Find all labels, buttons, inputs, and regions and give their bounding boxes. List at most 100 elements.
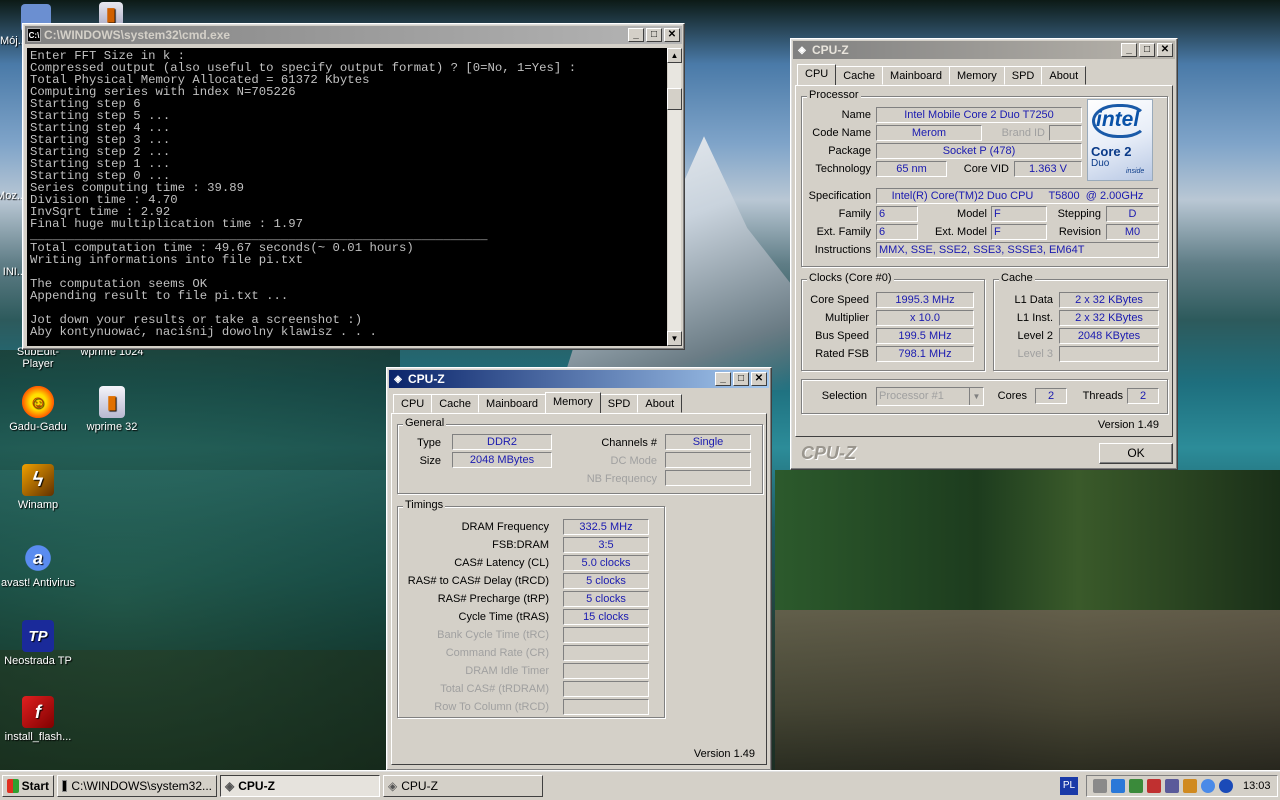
console-output[interactable]: Enter FFT Size in k : Compressed output (… bbox=[27, 48, 667, 346]
console-line: Appending result to file pi.txt ... bbox=[30, 289, 289, 303]
field-label: L1 Data bbox=[1014, 294, 1053, 306]
close-button[interactable]: ✕ bbox=[664, 28, 680, 42]
flash-icon: f bbox=[22, 696, 54, 728]
timing-label: DRAM Frequency bbox=[461, 521, 549, 533]
group-title: Clocks (Core #0) bbox=[807, 272, 894, 284]
cpuz-diamond-icon: ◈ bbox=[388, 779, 398, 793]
specification-value: Intel(R) Core(TM)2 Duo CPU T5800 @ 2.00G… bbox=[876, 188, 1159, 204]
corevid-value: 1.363 V bbox=[1014, 161, 1082, 177]
corespeed-value: 1995.3 MHz bbox=[876, 292, 974, 308]
taskbar-item-cpuz-active[interactable]: ◈ CPU-Z bbox=[220, 775, 380, 797]
ok-button[interactable]: OK bbox=[1099, 443, 1173, 464]
desktop-icon-install-flash[interactable]: f install_flash... bbox=[0, 696, 78, 743]
cpu-name-value: Intel Mobile Core 2 Duo T7250 bbox=[876, 107, 1082, 123]
minimize-button[interactable]: _ bbox=[628, 28, 644, 42]
field-label: DC Mode bbox=[610, 455, 657, 467]
console-line: Aby kontynuować, naciśnij dowolny klawis… bbox=[30, 325, 377, 339]
logo-line1: Core 2 bbox=[1091, 144, 1132, 159]
processor-select[interactable]: Processor #1 ▼ bbox=[876, 387, 984, 406]
dcmode-value bbox=[665, 452, 751, 468]
cores-value: 2 bbox=[1035, 388, 1067, 404]
level3-value bbox=[1059, 346, 1159, 362]
extfamily-value: 6 bbox=[876, 224, 918, 240]
field-label: Technology bbox=[815, 163, 871, 175]
timing-value bbox=[563, 627, 649, 643]
avast-icon: a bbox=[22, 542, 54, 574]
field-label: Code Name bbox=[812, 127, 871, 139]
close-button[interactable]: ✕ bbox=[1157, 43, 1173, 57]
desktop-icon-neostrada[interactable]: TP Neostrada TP bbox=[0, 620, 78, 667]
wallpaper-shore bbox=[775, 610, 1280, 770]
timing-value: 15 clocks bbox=[563, 609, 649, 625]
tab-memory[interactable]: Memory bbox=[545, 392, 601, 413]
security-icon[interactable] bbox=[1147, 779, 1161, 793]
tab-cache[interactable]: Cache bbox=[835, 66, 884, 85]
tab-about[interactable]: About bbox=[637, 394, 683, 413]
tab-memory[interactable]: Memory bbox=[949, 66, 1005, 85]
group-title: Timings bbox=[403, 499, 446, 511]
language-indicator[interactable]: PL bbox=[1060, 777, 1078, 795]
scrollbar-thumb[interactable] bbox=[667, 88, 682, 110]
keyboard-icon[interactable] bbox=[1093, 779, 1107, 793]
hardware-icon[interactable] bbox=[1165, 779, 1179, 793]
console-scrollbar[interactable]: ▲ ▼ bbox=[667, 48, 682, 346]
tab-cpu[interactable]: CPU bbox=[393, 394, 433, 413]
timing-value bbox=[563, 663, 649, 679]
avast-tray-icon[interactable] bbox=[1201, 779, 1215, 793]
cmd-window[interactable]: C:\ C:\WINDOWS\system32\cmd.exe _ □ ✕ En… bbox=[22, 23, 685, 350]
threads-value: 2 bbox=[1127, 388, 1159, 404]
memory-size-value: 2048 MBytes bbox=[452, 452, 552, 468]
maximize-button[interactable]: □ bbox=[646, 28, 662, 42]
cpuz-title-bar[interactable]: ◈ CPU-Z _ □ ✕ bbox=[793, 41, 1175, 59]
taskbar-item-cmd[interactable]: C:\WINDOWS\system32... bbox=[57, 775, 217, 797]
field-label: Size bbox=[419, 455, 441, 467]
field-label: Revision bbox=[1058, 226, 1101, 238]
field-label: Brand ID bbox=[1001, 127, 1045, 139]
gadu-tray-icon[interactable] bbox=[1183, 779, 1197, 793]
desktop-icon-wprime-32[interactable]: ▮ wprime 32 bbox=[72, 386, 152, 433]
field-label: Instructions bbox=[814, 244, 871, 256]
network-icon[interactable] bbox=[1129, 779, 1143, 793]
tab-cache[interactable]: Cache bbox=[431, 394, 480, 413]
field-label: Threads bbox=[1082, 390, 1123, 402]
field-label: Core Speed bbox=[810, 294, 869, 306]
minimize-button[interactable]: _ bbox=[1121, 43, 1137, 57]
cpuz-diamond-icon: ◈ bbox=[225, 779, 235, 793]
wprime-icon: ▮ bbox=[99, 386, 125, 418]
cpuz-memory-window[interactable]: ◈ CPU-Z _ □ ✕ CPU Cache Mainboard Memory… bbox=[386, 367, 772, 771]
scroll-down-arrow-icon[interactable]: ▼ bbox=[667, 331, 682, 346]
tab-spd[interactable]: SPD bbox=[1003, 66, 1043, 85]
field-label: Name bbox=[841, 109, 871, 121]
close-button[interactable]: ✕ bbox=[751, 372, 767, 386]
start-button[interactable]: Start bbox=[2, 775, 54, 797]
field-label: L1 Inst. bbox=[1016, 312, 1053, 324]
maximize-button[interactable]: □ bbox=[1139, 43, 1155, 57]
cmd-title-bar[interactable]: C:\ C:\WINDOWS\system32\cmd.exe _ □ ✕ bbox=[25, 26, 682, 44]
tab-mainboard[interactable]: Mainboard bbox=[478, 394, 547, 413]
maximize-button[interactable]: □ bbox=[733, 372, 749, 386]
tab-spd[interactable]: SPD bbox=[599, 394, 639, 413]
cpuz-cpu-window[interactable]: ◈ CPU-Z _ □ ✕ CPU Cache Mainboard Memory… bbox=[790, 38, 1178, 470]
version-label: Version 1.49 bbox=[1097, 419, 1159, 431]
desktop-icon-winamp[interactable]: ϟ Winamp bbox=[0, 464, 78, 511]
timing-value: 5.0 clocks bbox=[563, 555, 649, 571]
info-icon[interactable] bbox=[1219, 779, 1233, 793]
chevron-down-icon[interactable]: ▼ bbox=[969, 388, 983, 405]
desktop-icon-gadu-gadu[interactable]: ☺ Gadu-Gadu bbox=[0, 386, 78, 433]
timing-label: Command Rate (CR) bbox=[445, 647, 549, 659]
field-label: Multiplier bbox=[824, 312, 869, 324]
cpuz-title-bar[interactable]: ◈ CPU-Z _ □ ✕ bbox=[389, 370, 769, 388]
desktop-icon-avast[interactable]: a avast! Antivirus bbox=[0, 542, 78, 589]
console-line: Writing informations into file pi.txt bbox=[30, 253, 304, 267]
scroll-up-arrow-icon[interactable]: ▲ bbox=[667, 48, 682, 63]
tab-cpu[interactable]: CPU bbox=[797, 64, 837, 85]
timing-label: RAS# to CAS# Delay (tRCD) bbox=[407, 575, 549, 587]
monitor-icon[interactable] bbox=[1111, 779, 1125, 793]
taskbar-item-cpuz[interactable]: ◈ CPU-Z bbox=[383, 775, 543, 797]
cpuz-diamond-icon: ◈ bbox=[798, 44, 806, 56]
tab-mainboard[interactable]: Mainboard bbox=[882, 66, 951, 85]
tab-about[interactable]: About bbox=[1041, 66, 1087, 85]
field-label: Selection bbox=[821, 390, 867, 402]
minimize-button[interactable]: _ bbox=[715, 372, 731, 386]
intel-core2duo-logo: intel Core 2 Duo inside bbox=[1087, 99, 1153, 181]
